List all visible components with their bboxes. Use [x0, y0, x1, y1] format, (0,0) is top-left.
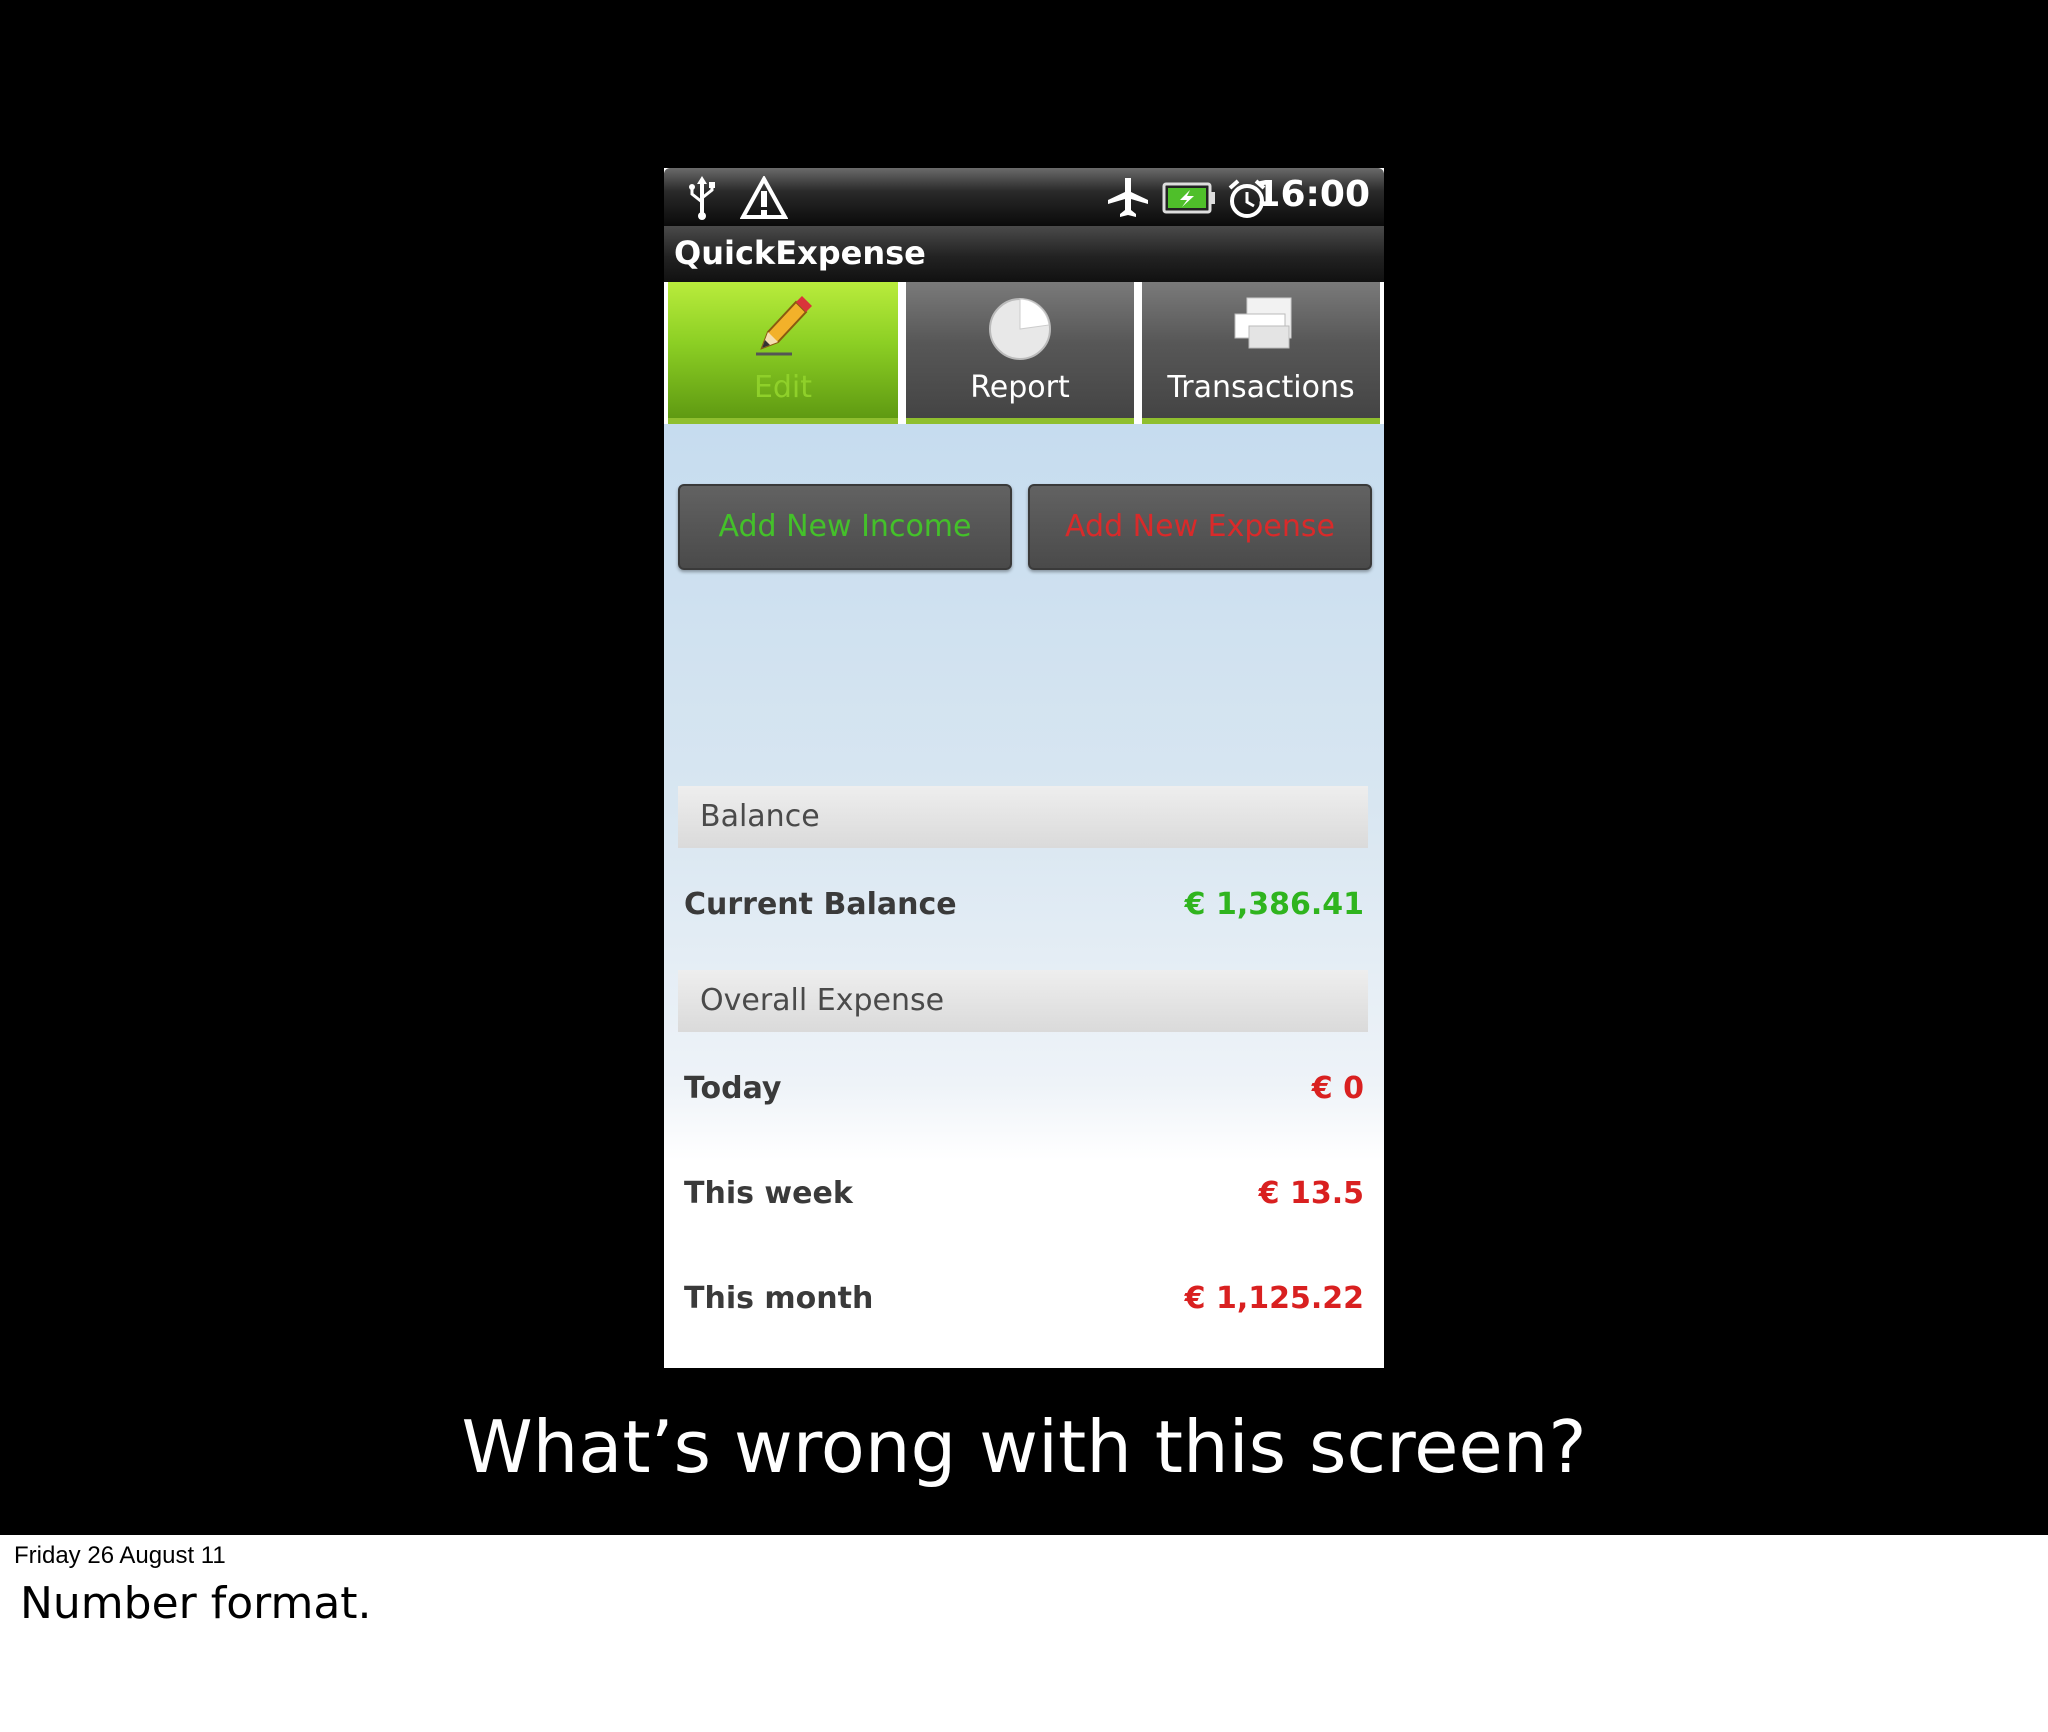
expense-row-today: Today € 0 [684, 1064, 1364, 1114]
airplane-icon [1104, 176, 1152, 224]
pencil-icon [748, 292, 818, 366]
current-balance-value: € 1,386.41 [1184, 887, 1364, 922]
expense-row-value: € 13.5 [1258, 1176, 1364, 1211]
add-expense-button[interactable]: Add New Expense [1028, 484, 1372, 570]
tab-edit[interactable]: Edit [668, 282, 898, 424]
tab-report[interactable]: Report [906, 282, 1134, 424]
expense-row-month: This month € 1,125.22 [684, 1274, 1364, 1324]
tab-bar: Edit Report Transactions [664, 282, 1384, 424]
current-balance-row: Current Balance € 1,386.41 [684, 880, 1364, 930]
tab-transactions-label: Transactions [1167, 370, 1355, 405]
notes-date: Friday 26 August 11 [14, 1542, 226, 1569]
tab-report-label: Report [970, 370, 1070, 405]
stack-icon [1221, 292, 1301, 366]
expense-row-label: This month [684, 1281, 874, 1316]
slide-question: What’s wrong with this screen? [461, 1405, 1587, 1489]
expense-row-week: This week € 13.5 [684, 1169, 1364, 1219]
battery-charging-icon [1162, 182, 1216, 218]
tab-edit-label: Edit [753, 370, 813, 405]
phone-screen: 16:00 QuickExpense Edit Report Transacti… [664, 168, 1384, 1368]
status-bar: 16:00 [664, 168, 1384, 226]
expense-row-value: € 1,125.22 [1184, 1281, 1364, 1316]
expense-section-header: Overall Expense [678, 970, 1368, 1032]
tab-transactions[interactable]: Transactions [1142, 282, 1380, 424]
app-title-bar: QuickExpense [664, 226, 1384, 282]
balance-section-header: Balance [678, 786, 1368, 848]
expense-row-label: Today [684, 1071, 782, 1106]
usb-icon [684, 176, 720, 224]
app-title: QuickExpense [674, 234, 926, 272]
slide-background: 16:00 QuickExpense Edit Report Transacti… [0, 0, 2048, 1535]
expense-row-value: € 0 [1311, 1071, 1364, 1106]
add-income-button[interactable]: Add New Income [678, 484, 1012, 570]
current-balance-label: Current Balance [684, 887, 957, 922]
warning-icon [739, 174, 789, 224]
speaker-note: Number format. [20, 1578, 372, 1629]
status-clock: 16:00 [1255, 174, 1370, 215]
expense-row-label: This week [684, 1176, 853, 1211]
pie-chart-icon [985, 292, 1055, 366]
main-content: Add New Income Add New Expense Balance C… [664, 424, 1384, 1368]
